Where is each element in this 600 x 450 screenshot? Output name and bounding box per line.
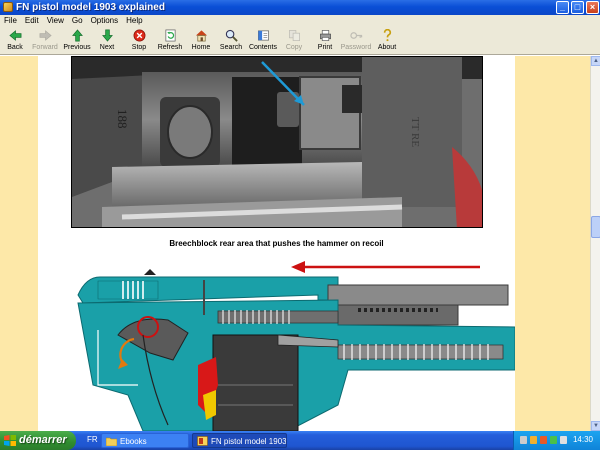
forward-arrow-icon: [39, 30, 52, 41]
app-icon[interactable]: [3, 2, 13, 12]
pistol-cutaway-diagram: [38, 255, 516, 431]
windows-flag-icon: [4, 435, 16, 446]
photo-caption: Breechblock rear area that pushes the ha…: [169, 239, 384, 248]
menu-help[interactable]: Help: [122, 15, 146, 27]
menu-view[interactable]: View: [43, 15, 68, 27]
key-icon: [349, 32, 362, 39]
up-arrow-icon: [71, 29, 83, 42]
next-button[interactable]: Next: [96, 29, 118, 55]
pistol-cutaway-svg: [77, 261, 516, 431]
system-tray: 14:30: [513, 431, 600, 450]
photo-marking: 188: [115, 109, 130, 129]
scroll-thumb[interactable]: [591, 216, 600, 238]
menu-file[interactable]: File: [0, 15, 21, 27]
stop-button[interactable]: Stop: [128, 29, 150, 55]
password-button[interactable]: Password: [340, 29, 372, 55]
network-icon[interactable]: [520, 436, 527, 444]
forward-button[interactable]: Forward: [31, 29, 59, 55]
home-icon: [195, 30, 207, 42]
taskbar-item-ebooks[interactable]: Ebooks: [101, 433, 189, 448]
copy-button[interactable]: Copy: [284, 29, 304, 55]
title-bar: FN pistol model 1903 explained _ □ ×: [0, 0, 600, 15]
previous-button[interactable]: Previous: [63, 29, 91, 55]
refresh-button[interactable]: Refresh: [156, 29, 184, 55]
volume-icon[interactable]: [530, 436, 537, 444]
start-button[interactable]: démarrer: [0, 431, 76, 450]
document-page: 188 TT RE Breechblock rear area that pus…: [38, 56, 516, 431]
start-label: démarrer: [19, 434, 67, 446]
contents-icon: [257, 30, 269, 41]
refresh-icon: [164, 29, 176, 42]
contents-button[interactable]: Contents: [248, 29, 278, 55]
breechblock-photo: 188 TT RE: [71, 56, 483, 228]
maximize-button[interactable]: □: [571, 1, 584, 14]
scroll-up-icon[interactable]: ▲: [591, 56, 600, 66]
taskbar-item-fn-pistol[interactable]: FN pistol model 1903 ...: [192, 433, 287, 448]
document-view[interactable]: 188 TT RE Breechblock rear area that pus…: [0, 56, 590, 431]
vertical-scrollbar[interactable]: ▲ ▼: [590, 56, 600, 431]
back-button[interactable]: Back: [4, 29, 26, 55]
down-arrow-icon: [101, 29, 113, 42]
home-button[interactable]: Home: [190, 29, 212, 55]
minimize-button[interactable]: _: [556, 1, 569, 14]
folder-icon: [106, 437, 117, 446]
window-title: FN pistol model 1903 explained: [16, 2, 165, 13]
language-indicator[interactable]: FR: [87, 435, 98, 444]
scroll-down-icon[interactable]: ▼: [591, 421, 600, 431]
ebook-app-icon: [197, 436, 208, 446]
search-button[interactable]: Search: [219, 29, 243, 55]
security-icon[interactable]: [540, 436, 547, 444]
menu-bar: File Edit View Go Options Help: [0, 15, 600, 27]
menu-go[interactable]: Go: [68, 15, 87, 27]
taskbar: démarrer FR Ebooks FN pistol model 1903 …: [0, 431, 600, 450]
svg-text:TT RE: TT RE: [409, 117, 421, 147]
toolbar: Back Forward Previous Next Stop Refresh …: [0, 27, 600, 55]
print-button[interactable]: Print: [315, 29, 335, 55]
menu-edit[interactable]: Edit: [21, 15, 43, 27]
update-icon[interactable]: [550, 436, 557, 444]
about-button[interactable]: About: [376, 29, 398, 55]
clock[interactable]: 14:30: [573, 435, 593, 444]
close-button[interactable]: ×: [586, 1, 599, 14]
tray-app-icon[interactable]: [560, 436, 567, 444]
print-icon: [319, 30, 331, 41]
search-icon: [225, 29, 238, 42]
menu-options[interactable]: Options: [87, 15, 123, 27]
breechblock-photo-image: 188 TT RE: [72, 57, 482, 227]
copy-icon: [288, 30, 300, 41]
recoil-arrow: [291, 261, 480, 273]
about-icon: [383, 29, 391, 42]
stop-icon: [133, 29, 145, 42]
back-arrow-icon: [8, 30, 21, 41]
